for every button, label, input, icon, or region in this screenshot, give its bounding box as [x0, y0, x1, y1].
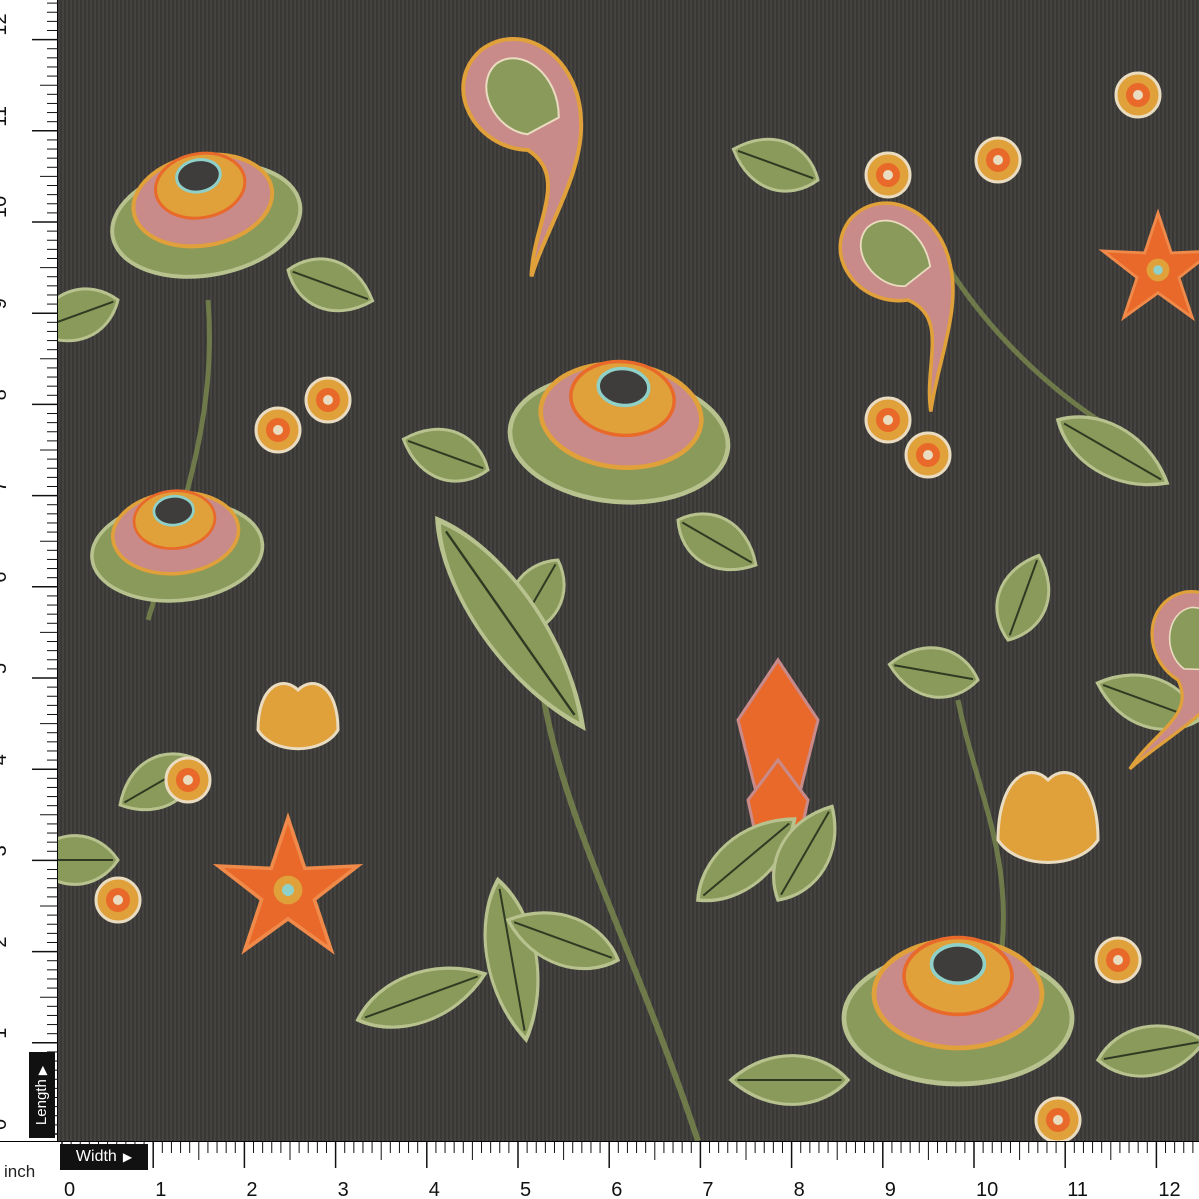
x-tick-label: 4 [429, 1179, 440, 1199]
y-tick-label: 2 [0, 936, 11, 947]
y-tick-label: 7 [0, 480, 11, 491]
y-tick-label: 11 [0, 106, 11, 127]
y-tick-label: 10 [0, 196, 11, 218]
x-tick-label: 8 [794, 1179, 805, 1199]
y-tick-label: 4 [0, 754, 11, 765]
width-ruler: 0 1 2 3 4 5 6 7 8 9 10 11 12 [0, 1141, 1199, 1199]
width-label-tag: Width ▶ [60, 1144, 148, 1170]
x-tick-label: 6 [611, 1179, 622, 1199]
x-tick-label: 9 [885, 1179, 896, 1199]
x-tick-label: 0 [64, 1179, 75, 1199]
y-tick-label: 6 [0, 572, 11, 583]
length-label-tag: Length ▶ [29, 1052, 55, 1138]
x-tick-label: 1 [155, 1179, 166, 1199]
unit-label: inch [4, 1162, 36, 1181]
y-tick-label: 3 [0, 845, 11, 856]
x-tick-label: 2 [246, 1179, 257, 1199]
y-tick-label: 0 [0, 1119, 11, 1130]
length-label: Length [33, 1078, 51, 1125]
x-tick-label: 7 [702, 1179, 713, 1199]
length-ruler: 0123456789101112 [0, 0, 58, 1141]
y-tick-label: 12 [0, 13, 11, 35]
floral-fabric-print [58, 0, 1199, 1141]
x-tick-label: 5 [520, 1179, 531, 1199]
arrow-right-icon: ▶ [122, 1150, 133, 1164]
arrow-up-icon: ▶ [35, 1065, 49, 1075]
floral-pattern-art [58, 0, 1199, 1141]
y-tick-label: 5 [0, 663, 11, 674]
y-tick-label: 9 [0, 298, 11, 309]
y-tick-label: 1 [0, 1028, 11, 1039]
width-label: Width [75, 1148, 117, 1165]
x-tick-label: 11 [1067, 1179, 1088, 1199]
x-tick-label: 10 [976, 1179, 998, 1199]
x-tick-label: 3 [338, 1179, 349, 1199]
x-tick-label: 12 [1158, 1179, 1180, 1199]
y-tick-label: 8 [0, 389, 11, 400]
